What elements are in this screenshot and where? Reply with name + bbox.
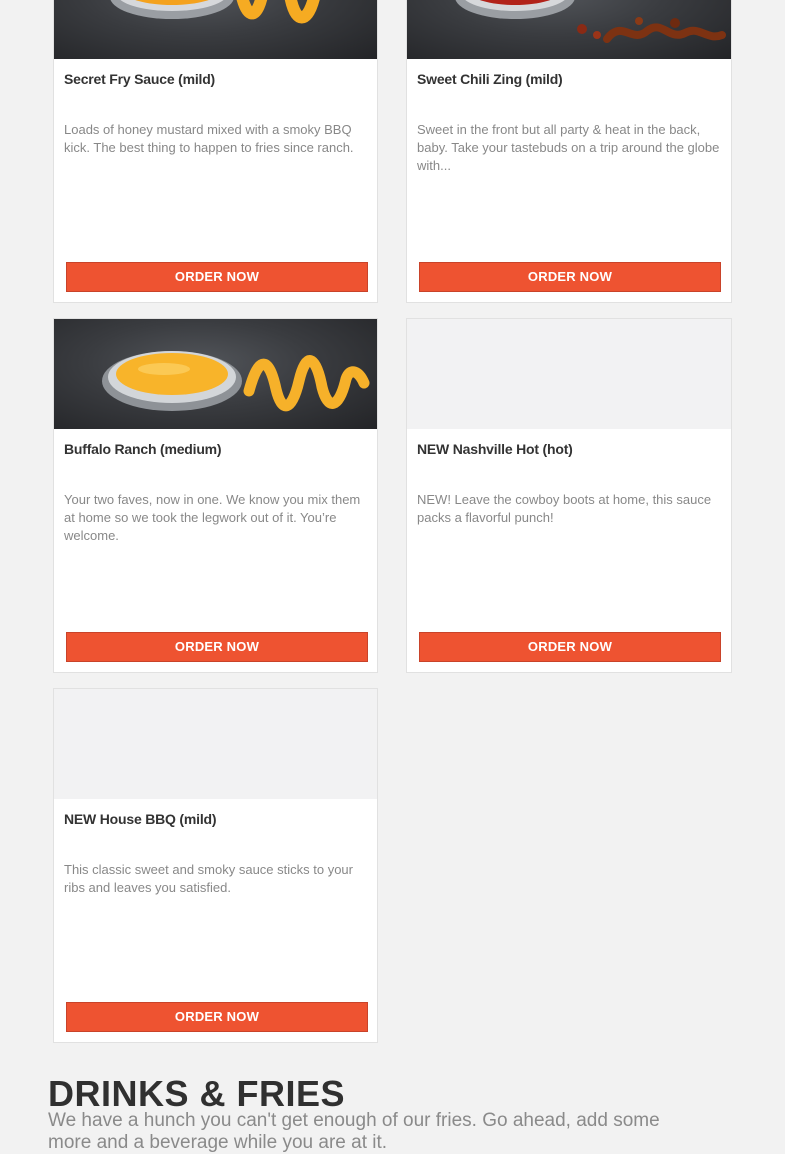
menu-item-card: Buffalo Ranch (medium) Your two faves, n… xyxy=(53,318,378,673)
sauce-title: Secret Fry Sauce (mild) xyxy=(64,71,216,87)
order-now-button[interactable]: ORDER NOW xyxy=(66,632,368,662)
sauce-description: Loads of honey mustard mixed with a smok… xyxy=(64,122,354,155)
image-placeholder[interactable] xyxy=(407,319,731,429)
sauce-title: NEW Nashville Hot (hot) xyxy=(417,441,573,457)
order-now-button[interactable]: ORDER NOW xyxy=(419,632,721,662)
order-now-button[interactable]: ORDER NOW xyxy=(66,262,368,292)
sauce-description: This classic sweet and smoky sauce stick… xyxy=(64,862,353,895)
sauce-description: Your two faves, now in one. We know you … xyxy=(64,492,361,543)
menu-item-card: NEW Nashville Hot (hot) NEW! Leave the c… xyxy=(406,318,732,673)
sauce-title: Sweet Chili Zing (mild) xyxy=(417,71,563,87)
sauce-cup-cheese-image[interactable] xyxy=(54,319,377,429)
sauce-title: Buffalo Ranch (medium) xyxy=(64,441,222,457)
sauce-title: NEW House BBQ (mild) xyxy=(64,811,217,827)
sauce-cup-orange-image[interactable] xyxy=(54,0,377,59)
menu-item-card: Sweet Chili Zing (mild) Sweet in the fro… xyxy=(406,0,732,303)
section-description: We have a hunch you can't get enough of … xyxy=(48,1110,660,1153)
menu-item-card: Secret Fry Sauce (mild) Loads of honey m… xyxy=(53,0,378,303)
sauce-description: NEW! Leave the cowboy boots at home, thi… xyxy=(417,492,712,525)
section-heading: DRINKS & FRIES xyxy=(48,1073,346,1114)
order-now-button[interactable]: ORDER NOW xyxy=(66,1002,368,1032)
menu-item-card: NEW House BBQ (mild) This classic sweet … xyxy=(53,688,378,1043)
sauce-description: Sweet in the front but all party & heat … xyxy=(417,122,720,173)
image-placeholder[interactable] xyxy=(54,689,377,799)
order-now-button[interactable]: ORDER NOW xyxy=(419,262,721,292)
sauce-cup-red-image[interactable] xyxy=(407,0,731,59)
